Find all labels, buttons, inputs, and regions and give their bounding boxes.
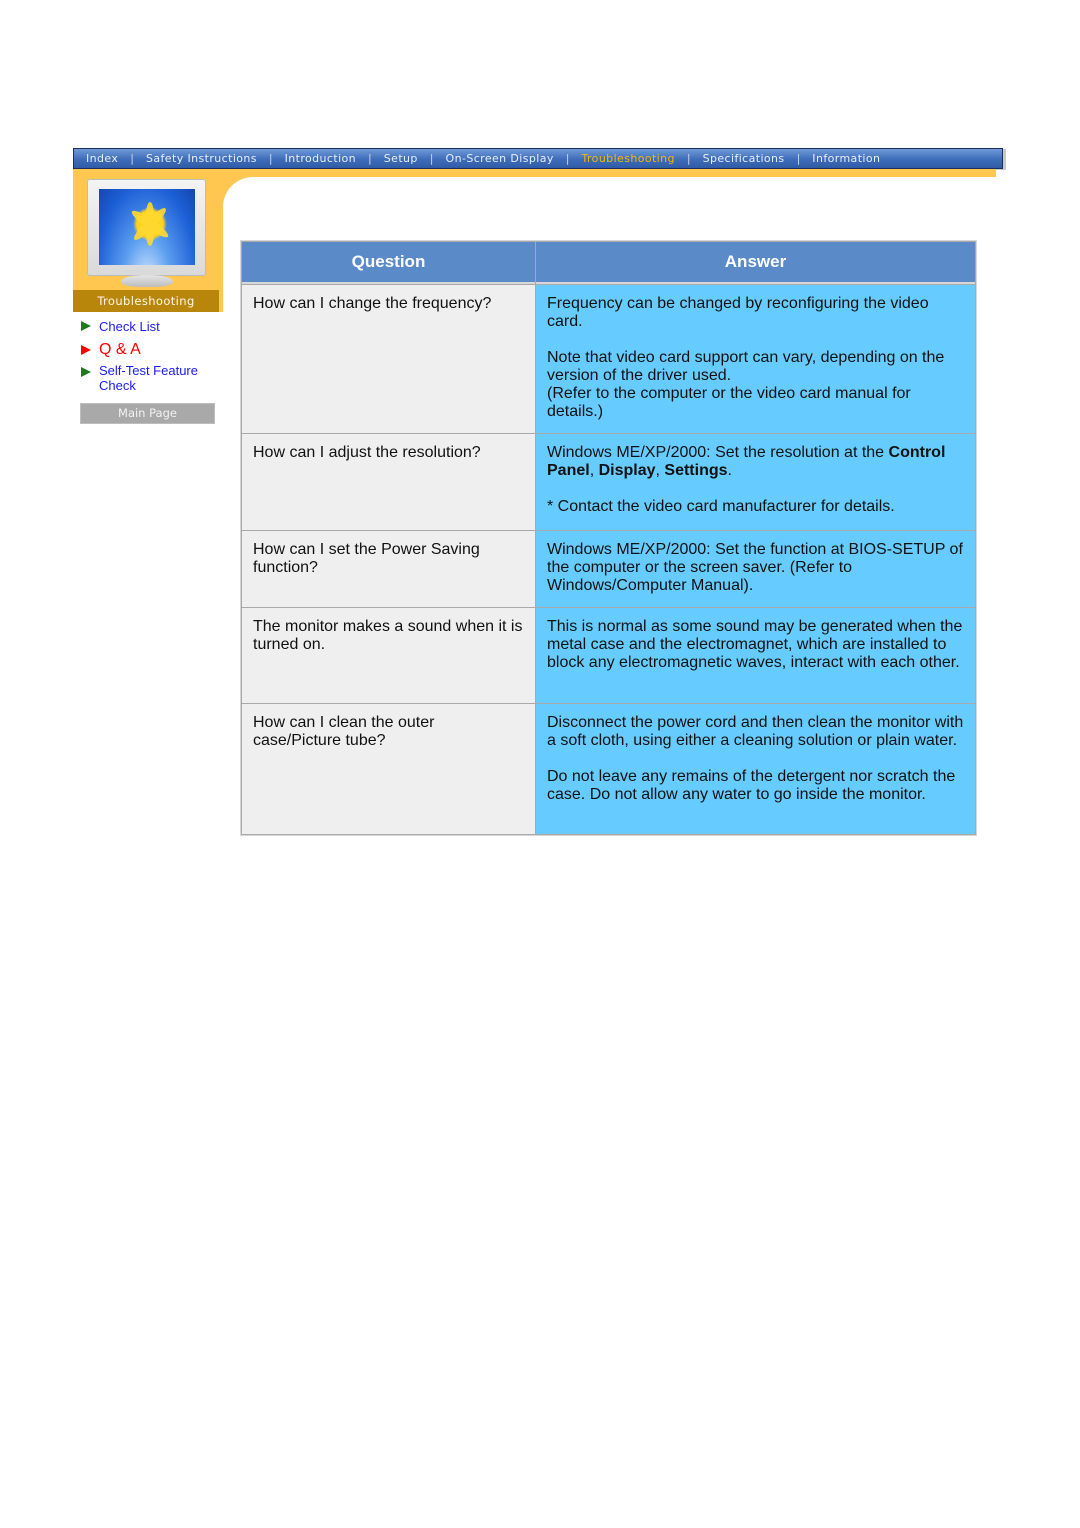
sidebar-link-label: Self-Test Feature Check: [99, 363, 198, 393]
arrow-right-icon: [81, 321, 91, 331]
question-cell: How can I clean the outer case/Picture t…: [242, 704, 535, 834]
nav-tab-setup[interactable]: Setup: [384, 152, 418, 165]
answer-text: .: [727, 462, 732, 479]
sidebar-link-label: Check List: [99, 319, 160, 334]
section-label: Troubleshooting: [73, 290, 219, 312]
answer-bold-text: Settings: [664, 462, 728, 479]
answer-paragraph: This is normal as some sound may be gene…: [547, 618, 964, 672]
question-cell: The monitor makes a sound when it is tur…: [242, 608, 535, 703]
monitor-stand: [121, 275, 173, 287]
answer-paragraph: Disconnect the power cord and then clean…: [547, 714, 964, 750]
answer-cell: Frequency can be changed by reconfigurin…: [536, 285, 975, 433]
top-navigation-bar: Index | Safety Instructions | Introduction | S…: [73, 148, 1003, 169]
answer-cell: Windows ME/XP/2000: Set the function at …: [536, 531, 975, 607]
nav-separator: |: [429, 152, 434, 165]
answer-paragraph: Frequency can be changed by reconfigurin…: [547, 295, 964, 331]
nav-tab-introduction[interactable]: Introduction: [285, 152, 356, 165]
answer-paragraph: Windows ME/XP/2000: Set the function at …: [547, 541, 964, 595]
nav-separator: |: [686, 152, 691, 165]
answer-text: Windows ME/XP/2000: Set the resolution a…: [547, 444, 889, 461]
answer-paragraph: Note that video card support can vary, d…: [547, 349, 964, 421]
nav-tab-on-screen-display[interactable]: On-Screen Display: [446, 152, 554, 165]
sidebar-link-check-list[interactable]: Check List: [81, 319, 160, 334]
nav-separator: |: [268, 152, 273, 165]
nav-tab-safety-instructions[interactable]: Safety Instructions: [146, 152, 257, 165]
main-page-button[interactable]: Main Page: [80, 403, 215, 424]
answer-cell: This is normal as some sound may be gene…: [536, 608, 975, 703]
table-row: The monitor makes a sound when it is tur…: [242, 608, 975, 703]
answer-text: This is normal as some sound may be gene…: [547, 618, 963, 671]
answer-cell: Windows ME/XP/2000: Set the resolution a…: [536, 434, 975, 530]
nav-separator: |: [796, 152, 801, 165]
nav-tab-specifications[interactable]: Specifications: [703, 152, 785, 165]
monitor-screen: [99, 189, 195, 265]
answer-paragraph: Windows ME/XP/2000: Set the resolution a…: [547, 444, 964, 480]
answer-bold-text: Display: [598, 462, 656, 479]
nav-separator: |: [130, 152, 135, 165]
answer-text: Do not leave any remains of the detergen…: [547, 768, 956, 803]
question-cell: How can I adjust the resolution?: [242, 434, 535, 530]
answer-text: Windows ME/XP/2000: Set the function at …: [547, 541, 963, 594]
answer-text: ,: [589, 462, 599, 479]
nav-tab-troubleshooting[interactable]: Troubleshooting: [582, 152, 675, 165]
answer-column-header: Answer: [536, 242, 975, 284]
table-row: How can I clean the outer case/Picture t…: [242, 704, 975, 834]
question-cell: How can I set the Power Saving function?: [242, 531, 535, 607]
answer-paragraph: Do not leave any remains of the detergen…: [547, 768, 964, 804]
question-column-header: Question: [242, 242, 535, 284]
table-row: How can I set the Power Saving function?…: [242, 531, 975, 607]
nav-separator: |: [368, 152, 372, 165]
answer-cell: Disconnect the power cord and then clean…: [536, 704, 975, 834]
monitor-image-icon: [87, 179, 207, 289]
nav-tab-index[interactable]: Index: [86, 152, 118, 165]
table-row: How can I change the frequency? Frequency…: [242, 285, 975, 433]
question-cell: How can I change the frequency?: [242, 285, 535, 433]
nav-separator: |: [565, 152, 570, 165]
table-header-row: Question Answer: [242, 242, 975, 284]
table-row: How can I adjust the resolution? Windows …: [242, 434, 975, 530]
arrow-right-icon: [81, 367, 91, 377]
qa-table: Question Answer How can I change the fre…: [240, 240, 977, 836]
answer-text: Disconnect the power cord and then clean…: [547, 714, 964, 749]
sidebar-link-qa[interactable]: Q & A: [81, 341, 141, 359]
sidebar-link-self-test[interactable]: Self-Test Feature Check: [81, 363, 221, 393]
sidebar-link-label: Q & A: [99, 341, 141, 358]
answer-text: Note that video card support can vary, d…: [547, 349, 945, 384]
nav-tab-information[interactable]: Information: [812, 152, 880, 165]
arrow-right-icon: [81, 345, 91, 355]
answer-text: (Refer to the computer or the video card…: [547, 385, 911, 420]
answer-paragraph: * Contact the video card manufacturer fo…: [547, 498, 964, 516]
answer-text: * Contact the video card manufacturer fo…: [547, 498, 895, 515]
flower-icon: [133, 202, 167, 246]
answer-text: Frequency can be changed by reconfigurin…: [547, 295, 929, 330]
